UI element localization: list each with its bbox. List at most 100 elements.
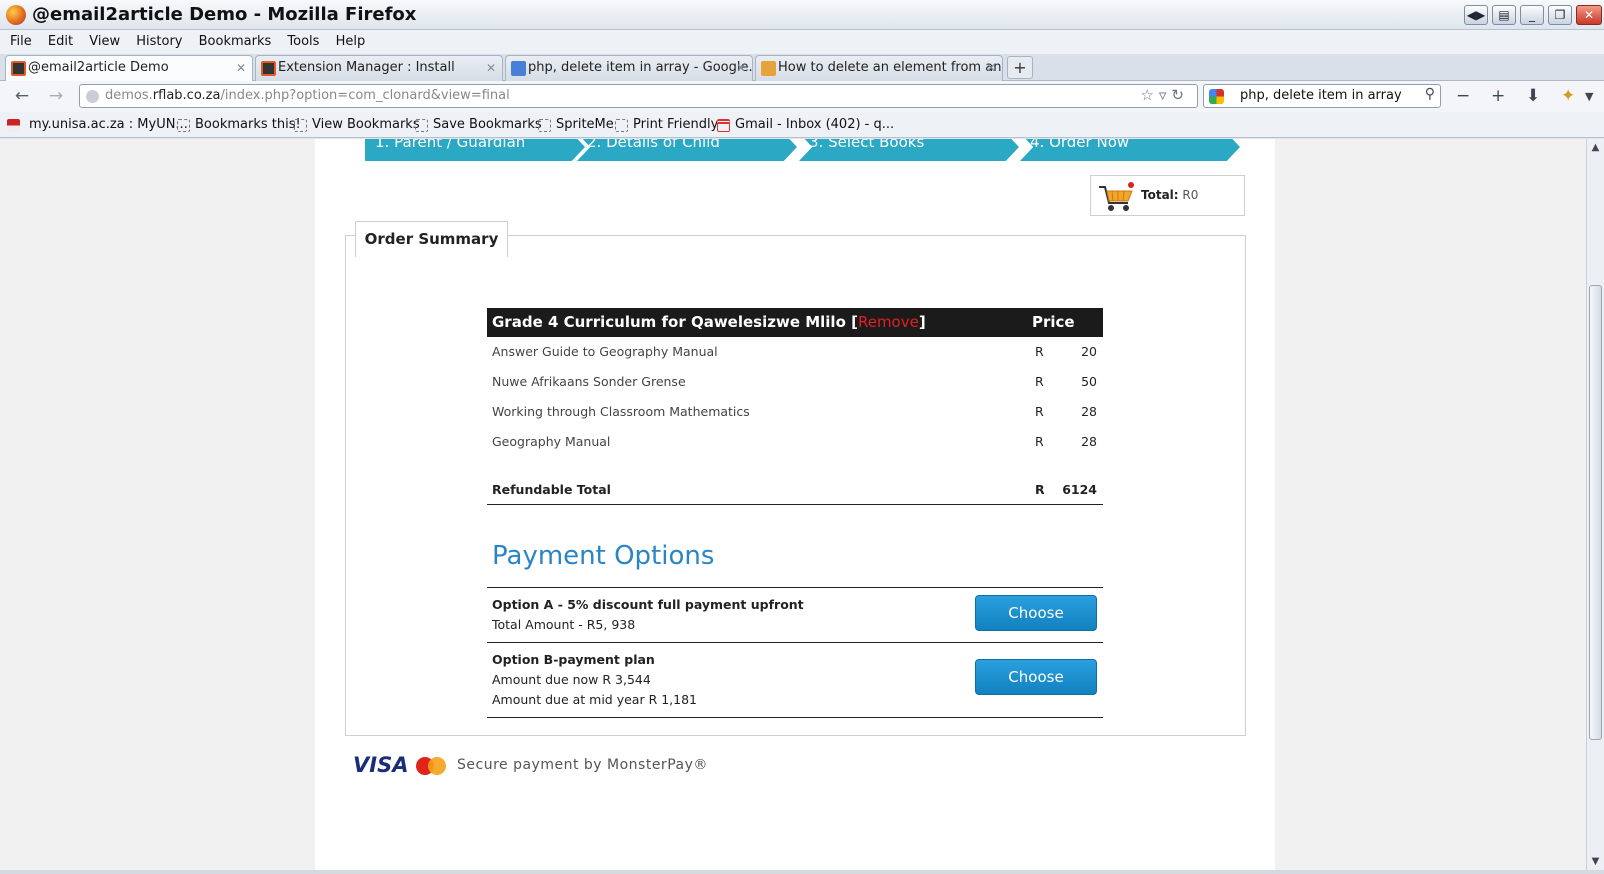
menu-bookmarks[interactable]: Bookmarks [199,30,272,54]
item-amount: 28 [1081,434,1097,449]
scroll-down-icon[interactable]: ▼ [1587,853,1604,870]
table-row: Answer Guide to Geography Manual R 20 [487,337,1103,367]
reload-icon[interactable]: ↻ [1171,86,1189,104]
step-parent-guardian[interactable]: 1. Parent / Guardian [365,139,585,161]
firefox-icon [6,5,26,25]
history-dropdown-icon[interactable]: ▿ [1159,86,1172,104]
bracket-close: ] [918,313,926,331]
close-button[interactable]: ✕ [1576,5,1602,25]
bookmark-label: my.unisa.ac.za : MyUN... [29,117,188,132]
step-order-now[interactable]: 4. Order Now [1020,139,1240,161]
tab-email2article-demo[interactable]: @email2article Demo ✕ [5,55,253,82]
url-bar[interactable]: demos.rflab.co.za/index.php?option=com_c… [79,84,1198,108]
close-tab-icon[interactable]: ✕ [486,56,496,80]
item-amount: 20 [1081,344,1097,359]
close-tab-icon[interactable]: ✕ [986,56,996,80]
bookmark-gmail[interactable]: Gmail - Inbox (402) - q... [717,117,894,132]
zoom-out-icon[interactable]: − [1456,86,1470,106]
new-tab-button[interactable]: + [1007,56,1033,79]
minimize-button[interactable]: _ [1520,5,1544,25]
close-tab-icon[interactable]: ✕ [236,56,246,80]
bookmark-view-bookmarks[interactable]: View Bookmarks [294,117,420,132]
search-input[interactable]: php, delete item in array [1240,88,1402,103]
addon-icon[interactable]: ✦ [1561,86,1575,106]
menu-view[interactable]: View [89,30,120,54]
curriculum-title-text: Grade 4 Curriculum for Qawelesizwe Mlilo [492,313,846,331]
url-prefix: demos. [105,88,153,103]
tab-stackoverflow[interactable]: How to delete an element from an... ✕ [755,55,1003,81]
bookmark-unisa[interactable]: my.unisa.ac.za : MyUN... [7,117,188,132]
joomla-icon [261,61,276,76]
back-arrow-icon[interactable]: ← [10,85,34,107]
downloads-icon[interactable]: ⬇ [1526,86,1540,106]
menu-file[interactable]: File [10,30,32,54]
table-row: Working through Classroom Mathematics R … [487,397,1103,427]
menu-edit[interactable]: Edit [48,30,73,54]
step-select-books[interactable]: 3. Select Books [799,139,1019,161]
sidebar-icon[interactable]: ▤ [1492,5,1516,25]
payment-option-a: Option A - 5% discount full payment upfr… [487,588,1103,643]
close-tab-icon[interactable]: ✕ [736,56,746,80]
site-identity-icon[interactable] [86,90,99,103]
bookmark-star-icon[interactable]: ☆ [1140,86,1158,104]
bookmarklet-icon [294,119,307,132]
cart-summary[interactable]: Total: R0 [1090,175,1245,216]
payment-options-list: Option A - 5% discount full payment upfr… [487,587,1103,718]
total-currency: R [1035,482,1045,497]
bookmark-label: Print Friendly [633,117,719,132]
extensions-icon[interactable]: ◀▶ [1464,5,1488,25]
secure-payment-text: Secure payment by MonsterPay® [457,757,708,773]
bookmarklet-icon [538,119,551,132]
page-viewport: 1. Parent / Guardian 2. Details of Child… [0,139,1586,870]
gmail-icon [717,119,730,132]
refundable-total-row: Refundable Total R 6124 [487,475,1103,505]
vertical-scrollbar[interactable]: ▲ ▼ [1586,139,1604,870]
tab-bar: @email2article Demo ✕ Extension Manager … [0,54,1604,82]
url-text[interactable]: demos.rflab.co.za/index.php?option=com_c… [105,88,510,103]
price-header: Price [1032,313,1075,331]
mastercard-logo [416,757,446,775]
item-amount: 50 [1081,374,1097,389]
restore-button[interactable]: ❐ [1548,5,1572,25]
tab-google-search[interactable]: php, delete item in array - Google... ✕ [505,55,753,81]
google-icon[interactable] [1209,89,1224,104]
chevron-down-icon[interactable]: ▼ [1585,90,1593,103]
bookmarks-toolbar: my.unisa.ac.za : MyUN... Bookmarks this!… [0,112,1604,138]
stackoverflow-icon [761,61,776,76]
bookmark-label: View Bookmarks [312,117,420,132]
order-summary-heading: Order Summary [355,221,508,257]
search-icon[interactable]: ⚲ [1425,86,1435,102]
item-currency: R [1035,374,1044,389]
joomla-icon [11,61,26,76]
scrollbar-thumb[interactable] [1589,285,1602,740]
window-title: @email2article Demo - Mozilla Firefox [32,4,417,25]
bookmark-bookmarks-this[interactable]: Bookmarks this! [177,117,301,132]
bookmark-spriteme[interactable]: SpriteMe [538,117,614,132]
item-currency: R [1035,404,1044,419]
step-details-of-child[interactable]: 2. Details of Child [577,139,797,161]
tab-extension-manager[interactable]: Extension Manager : Install ✕ [255,55,503,81]
zoom-in-icon[interactable]: + [1491,86,1505,106]
secure-payment-footer: VISA Secure payment by MonsterPay® [353,753,753,779]
bookmark-print-friendly[interactable]: Print Friendly [615,117,718,132]
menu-history[interactable]: History [136,30,182,54]
cart-total-value: R0 [1182,188,1199,202]
remove-link[interactable]: Remove [858,313,919,331]
choose-option-a-button[interactable]: Choose [975,595,1097,631]
forward-arrow-icon[interactable]: → [44,85,68,107]
menu-tools[interactable]: Tools [287,30,319,54]
total-label: Refundable Total [492,482,611,497]
item-name: Geography Manual [492,434,611,449]
table-row: Geography Manual R 28 [487,427,1103,457]
payment-options-title: Payment Options [492,541,715,571]
bookmark-save-bookmarks[interactable]: Save Bookmarks [415,117,542,132]
scroll-up-icon[interactable]: ▲ [1587,139,1604,156]
bracket-open: [ [851,313,858,331]
navigation-bar: ← → demos.rflab.co.za/index.php?option=c… [0,81,1604,112]
page-container: 1. Parent / Guardian 2. Details of Child… [315,139,1275,870]
menu-bar: File Edit View History Bookmarks Tools H… [0,30,1604,54]
search-bar[interactable]: php, delete item in array ⚲ [1203,84,1441,108]
choose-option-b-button[interactable]: Choose [975,659,1097,695]
unisa-icon [7,119,20,132]
menu-help[interactable]: Help [336,30,366,54]
